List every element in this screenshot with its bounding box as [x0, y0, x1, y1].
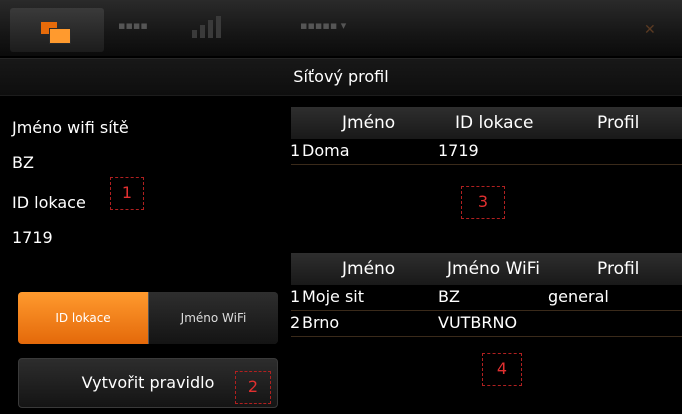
column-header-location-id: ID lokace	[455, 113, 534, 133]
column-header-profile: Profil	[597, 113, 640, 133]
row-name: Brno	[302, 313, 340, 332]
rule-type-segmented-control: ID lokace Jméno WiFi	[18, 292, 278, 344]
column-header-name: Jméno	[342, 259, 396, 279]
signal-strength-icon	[192, 16, 262, 38]
app-switcher-button[interactable]	[10, 8, 104, 52]
row-name: Doma	[302, 141, 350, 160]
status-bar: ▪▪▪▪ ▪▪▪▪▪ ▾ ✕	[0, 0, 682, 56]
row-name: Moje sit	[302, 287, 365, 306]
marker-2: 2	[235, 371, 271, 404]
marker-1: 1	[110, 177, 144, 210]
status-clock: ▪▪▪▪	[118, 19, 148, 32]
row-index: 1	[290, 141, 301, 160]
location-table: Jméno ID lokace Profil 1 Doma 1719	[290, 107, 682, 165]
row-location-id: 1719	[438, 141, 479, 160]
marker-3: 3	[461, 186, 505, 219]
page-title: Síťový profil	[0, 58, 682, 96]
segment-location-id[interactable]: ID lokace	[18, 292, 148, 344]
column-header-name: Jméno	[342, 113, 396, 133]
row-wifi-name: BZ	[438, 287, 460, 306]
table-row[interactable]: 1 Moje sit BZ general	[290, 285, 682, 311]
column-header-wifi-name: Jméno WiFi	[447, 259, 541, 279]
wifi-table-header: Jméno Jméno WiFi Profil	[291, 253, 682, 285]
segment-wifi-name[interactable]: Jméno WiFi	[148, 292, 278, 344]
table-row[interactable]: 1 Doma 1719	[290, 139, 682, 165]
wifi-name-value: BZ	[12, 153, 34, 172]
marker-4: 4	[482, 353, 522, 386]
wifi-name-label: Jméno wifi sítě	[12, 118, 129, 137]
location-id-value: 1719	[12, 228, 53, 247]
row-wifi-name: VUTBRNO	[438, 313, 518, 332]
location-table-header: Jméno ID lokace Profil	[291, 107, 682, 139]
close-icon[interactable]: ✕	[644, 22, 656, 38]
column-header-profile: Profil	[597, 259, 640, 279]
status-menu[interactable]: ▪▪▪▪▪ ▾	[300, 19, 346, 32]
row-index: 1	[290, 287, 301, 306]
row-profile: general	[548, 287, 609, 306]
table-row[interactable]: 2 Brno VUTBRNO	[290, 311, 682, 337]
wifi-table: Jméno Jméno WiFi Profil 1 Moje sit BZ ge…	[290, 253, 682, 337]
row-index: 2	[290, 313, 301, 332]
location-id-label: ID lokace	[12, 193, 86, 212]
